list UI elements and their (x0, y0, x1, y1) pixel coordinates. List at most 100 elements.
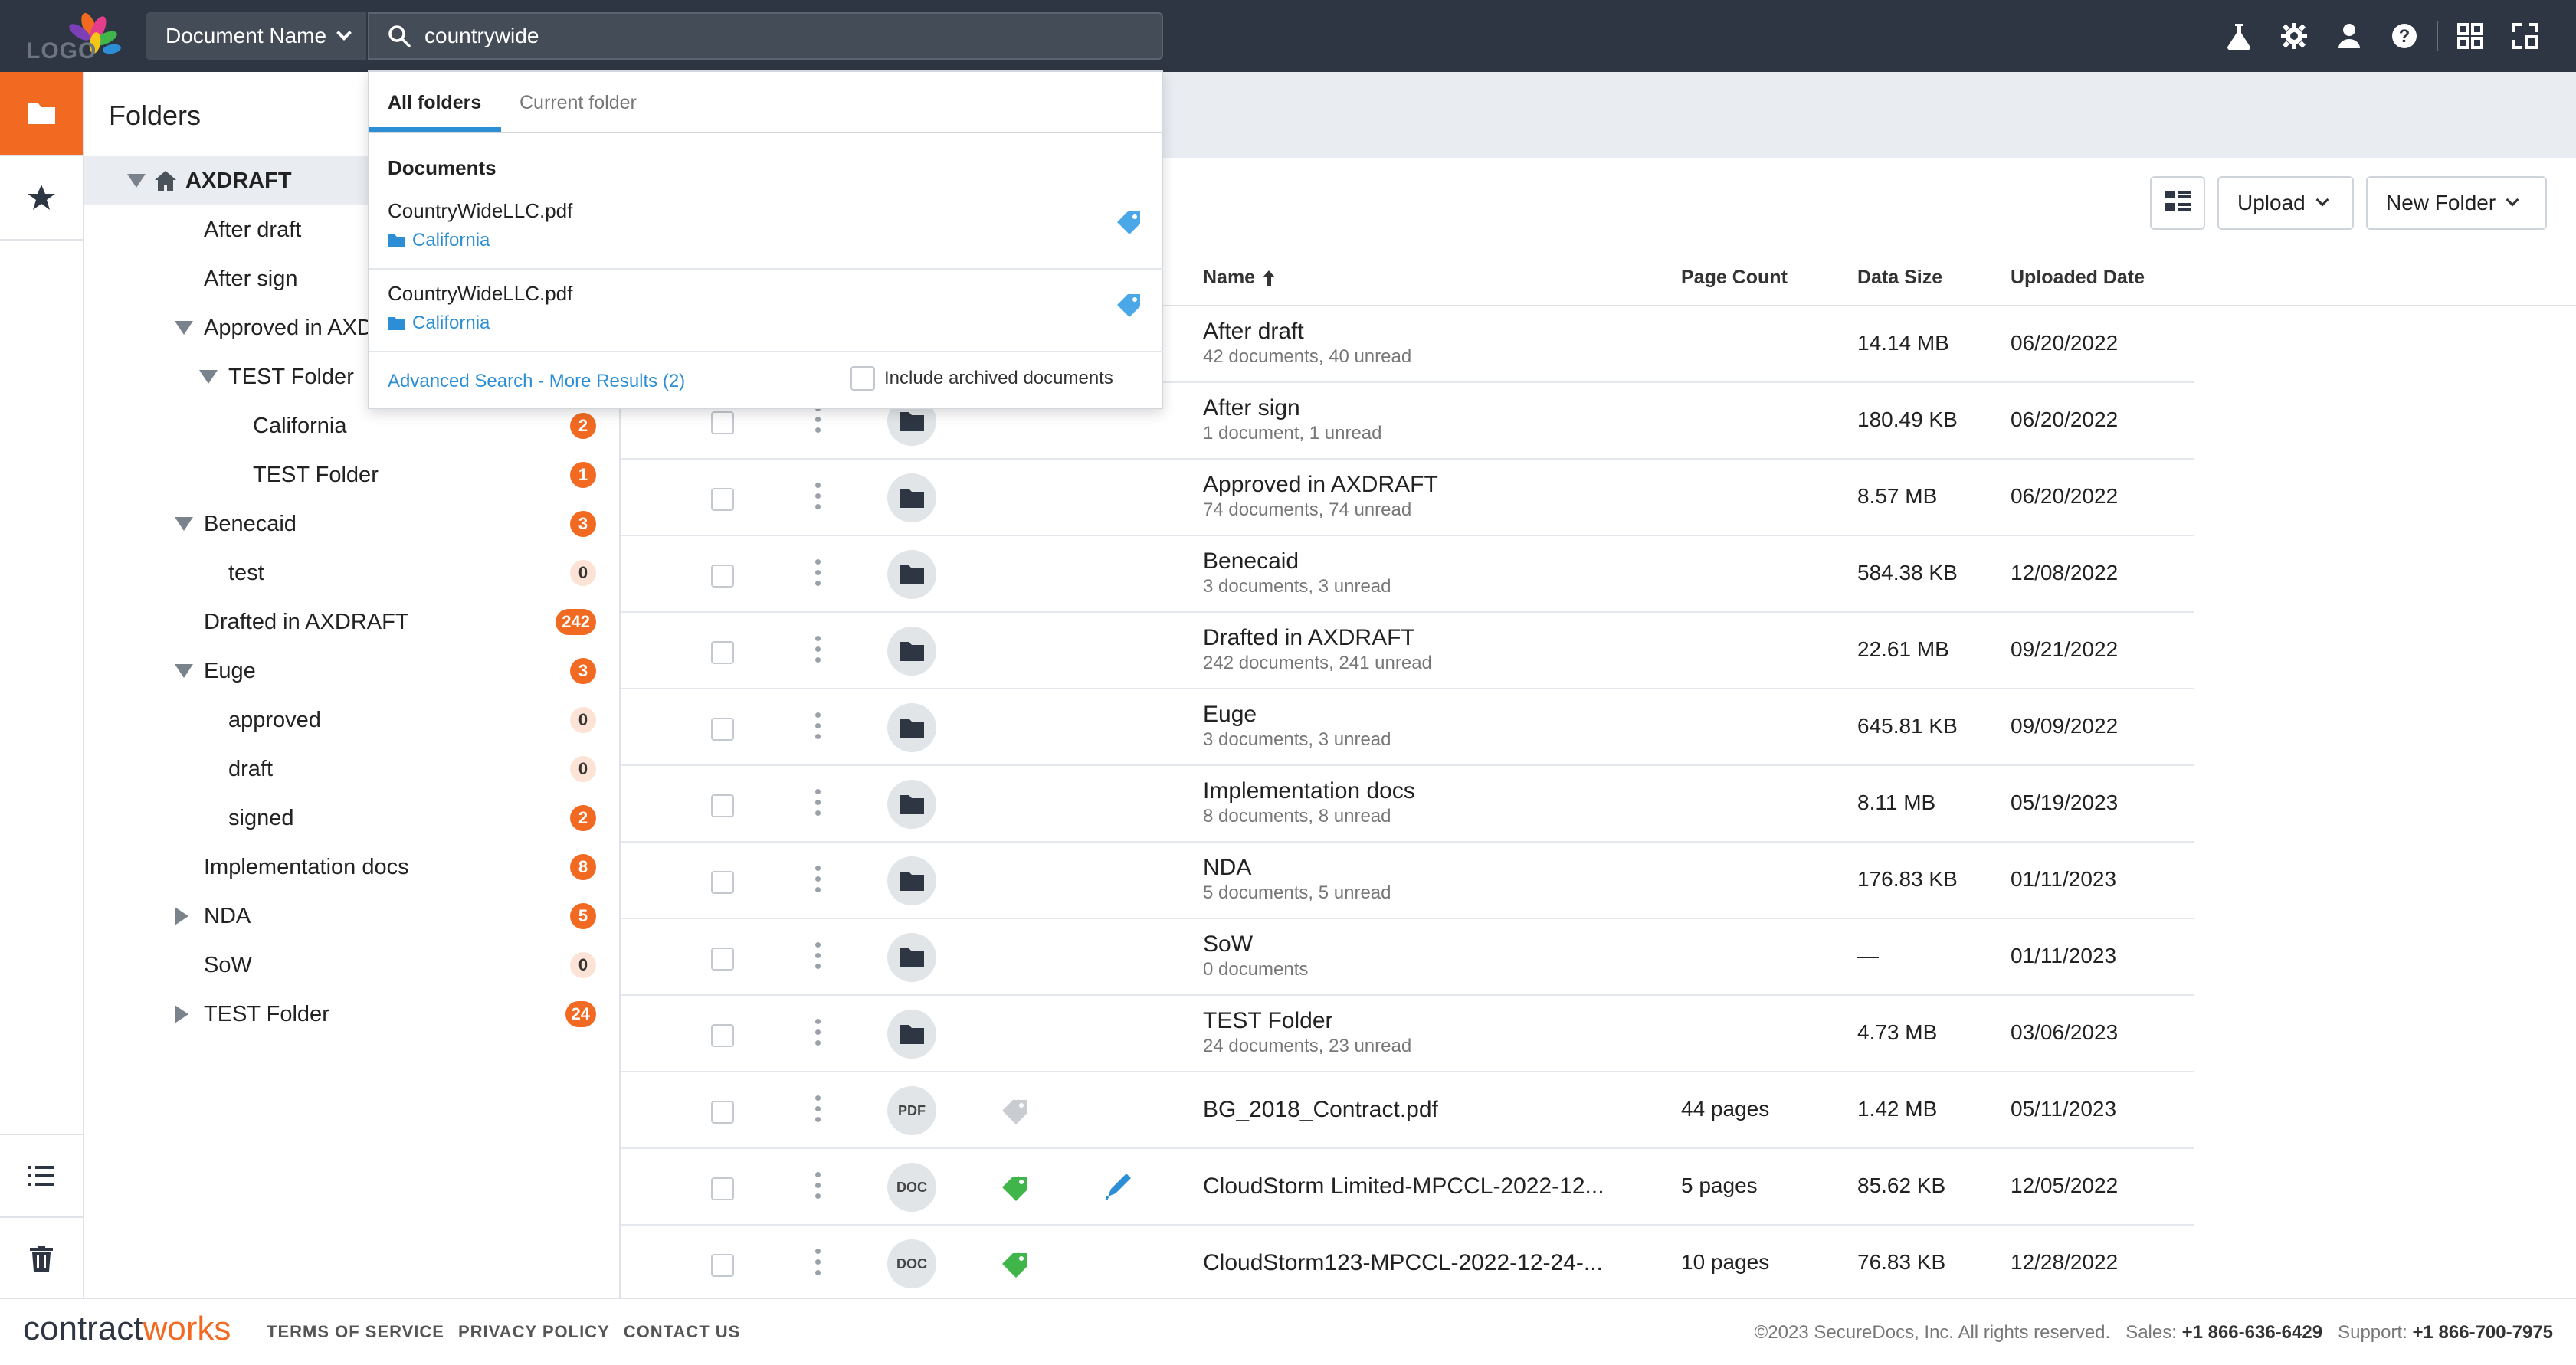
upload-button[interactable]: Upload (2217, 176, 2354, 230)
include-archived-checkbox[interactable] (850, 366, 875, 391)
folder-tree-item[interactable]: TEST Folder 1 (84, 450, 621, 499)
row-actions-kebab-icon[interactable] (815, 942, 821, 973)
collapse-triangle-icon[interactable] (175, 517, 193, 531)
item-name[interactable]: CloudStorm Limited-MPCCL-2022-12... (1203, 1174, 1604, 1200)
footer-brand-logo[interactable]: contractworks (23, 1310, 231, 1348)
app-logo[interactable]: LOGO (21, 9, 124, 64)
tag-icon[interactable] (1001, 1174, 1034, 1205)
expand-triangle-icon[interactable] (175, 1005, 188, 1023)
table-row[interactable]: SoW 0 documents — 01/11/2023 (621, 919, 2194, 996)
collapse-triangle-icon[interactable] (175, 664, 193, 678)
folder-tree-item[interactable]: SoW 0 (84, 941, 621, 990)
table-row[interactable]: Benecaid 3 documents, 3 unread 584.38 KB 12… (621, 536, 2194, 613)
collapse-triangle-icon[interactable] (127, 174, 146, 188)
folder-tree-item[interactable]: Implementation docs 8 (84, 843, 621, 892)
folder-tree-item[interactable]: Drafted in AXDRAFT 242 (84, 597, 621, 646)
column-header-data-size[interactable]: Data Size (1857, 267, 1942, 289)
row-actions-kebab-icon[interactable] (815, 406, 821, 437)
favorites-nav-button[interactable] (0, 156, 83, 241)
collapse-triangle-icon[interactable] (199, 370, 218, 384)
table-row[interactable]: Implementation docs 8 documents, 8 unread… (621, 766, 2194, 843)
item-name[interactable]: After sign (1203, 395, 1300, 421)
contact-us-link[interactable]: CONTACT US (624, 1322, 741, 1342)
search-scope-select[interactable]: Document Name (146, 12, 366, 60)
collapse-triangle-icon[interactable] (175, 321, 193, 335)
terms-of-service-link[interactable]: TERMS OF SERVICE (267, 1322, 444, 1342)
row-checkbox[interactable] (711, 718, 734, 741)
search-result-folder-link[interactable]: California (388, 313, 490, 334)
row-checkbox[interactable] (711, 948, 734, 971)
item-name[interactable]: SoW (1203, 931, 1253, 957)
row-actions-kebab-icon[interactable] (815, 1172, 821, 1203)
table-row[interactable]: Drafted in AXDRAFT 242 documents, 241 unr… (621, 613, 2194, 689)
tab-current-folder[interactable]: Current folder (519, 92, 637, 114)
column-header-page-count[interactable]: Page Count (1681, 267, 1788, 289)
item-name[interactable]: Euge (1203, 702, 1257, 728)
tag-icon[interactable] (1001, 1250, 1034, 1282)
row-checkbox[interactable] (711, 794, 734, 817)
tab-all-folders[interactable]: All folders (388, 92, 481, 114)
row-actions-kebab-icon[interactable] (815, 1249, 821, 1279)
advanced-search-link[interactable]: Advanced Search - More Results (2) (388, 371, 685, 392)
item-name[interactable]: Approved in AXDRAFT (1203, 472, 1438, 498)
column-header-uploaded-date[interactable]: Uploaded Date (2011, 267, 2145, 289)
folder-tree-item[interactable]: NDA 5 (84, 892, 621, 941)
search-result-item[interactable]: CountryWideLLC.pdf California (369, 187, 1163, 270)
row-checkbox[interactable] (711, 1177, 734, 1200)
search-result-folder-link[interactable]: California (388, 230, 490, 251)
item-name[interactable]: CloudStorm123-MPCCL-2022-12-24-... (1203, 1250, 1603, 1276)
user-icon[interactable] (2322, 17, 2377, 55)
row-checkbox[interactable] (711, 1024, 734, 1047)
signature-pen-icon[interactable] (1103, 1170, 1134, 1205)
row-checkbox[interactable] (711, 411, 734, 434)
help-icon[interactable]: ? (2377, 17, 2432, 55)
row-actions-kebab-icon[interactable] (815, 483, 821, 513)
item-name[interactable]: After draft (1203, 319, 1304, 345)
list-nav-button[interactable] (0, 1134, 83, 1216)
gear-icon[interactable] (2266, 17, 2322, 55)
privacy-policy-link[interactable]: PRIVACY POLICY (458, 1322, 610, 1342)
trash-nav-button[interactable] (0, 1216, 83, 1299)
row-actions-kebab-icon[interactable] (815, 866, 821, 896)
table-row[interactable]: Approved in AXDRAFT 74 documents, 74 unre… (621, 460, 2194, 536)
item-name[interactable]: TEST Folder (1203, 1008, 1333, 1034)
row-checkbox[interactable] (711, 641, 734, 664)
folder-tree-item[interactable]: approved 0 (84, 696, 621, 745)
row-checkbox[interactable] (711, 1254, 734, 1277)
search-input[interactable] (424, 24, 1114, 48)
row-actions-kebab-icon[interactable] (815, 712, 821, 743)
item-name[interactable]: NDA (1203, 855, 1251, 881)
folder-tree-item[interactable]: test 0 (84, 548, 621, 597)
view-toggle-button[interactable] (2150, 176, 2205, 230)
tag-icon[interactable] (1116, 210, 1142, 240)
folder-tree-item[interactable]: draft 0 (84, 745, 621, 794)
column-header-name[interactable]: Name (1203, 267, 1277, 289)
row-checkbox[interactable] (711, 488, 734, 511)
search-box[interactable] (368, 12, 1163, 60)
apps-grid-icon[interactable] (2443, 17, 2498, 55)
table-row[interactable]: DOC CloudStorm123-MPCCL-2022-12-24-... 10 … (621, 1226, 2194, 1302)
new-folder-button[interactable]: New Folder (2366, 176, 2547, 230)
include-archived-option[interactable]: Include archived documents (850, 366, 1113, 391)
row-actions-kebab-icon[interactable] (815, 636, 821, 666)
expand-triangle-icon[interactable] (175, 907, 188, 925)
folders-nav-button[interactable] (0, 72, 83, 156)
fullscreen-icon[interactable] (2498, 17, 2553, 55)
row-checkbox[interactable] (711, 565, 734, 588)
table-row[interactable]: NDA 5 documents, 5 unread 176.83 KB 01/11/2… (621, 843, 2194, 919)
row-actions-kebab-icon[interactable] (815, 559, 821, 590)
tag-icon[interactable] (1001, 1097, 1034, 1128)
folder-tree-item[interactable]: TEST Folder 24 (84, 990, 621, 1039)
folder-tree-item[interactable]: Euge 3 (84, 646, 621, 696)
row-actions-kebab-icon[interactable] (815, 1095, 821, 1126)
table-row[interactable]: TEST Folder 24 documents, 23 unread 4.73 M… (621, 996, 2194, 1072)
item-name[interactable]: BG_2018_Contract.pdf (1203, 1097, 1438, 1123)
item-name[interactable]: Implementation docs (1203, 778, 1415, 804)
flask-icon[interactable] (2211, 17, 2266, 55)
row-checkbox[interactable] (711, 871, 734, 894)
table-row[interactable]: DOC CloudStorm Limited-MPCCL-2022-12... 5 … (621, 1149, 2194, 1226)
folder-tree-item[interactable]: Benecaid 3 (84, 499, 621, 548)
row-actions-kebab-icon[interactable] (815, 1019, 821, 1049)
row-checkbox[interactable] (711, 1101, 734, 1124)
item-name[interactable]: Benecaid (1203, 548, 1299, 574)
